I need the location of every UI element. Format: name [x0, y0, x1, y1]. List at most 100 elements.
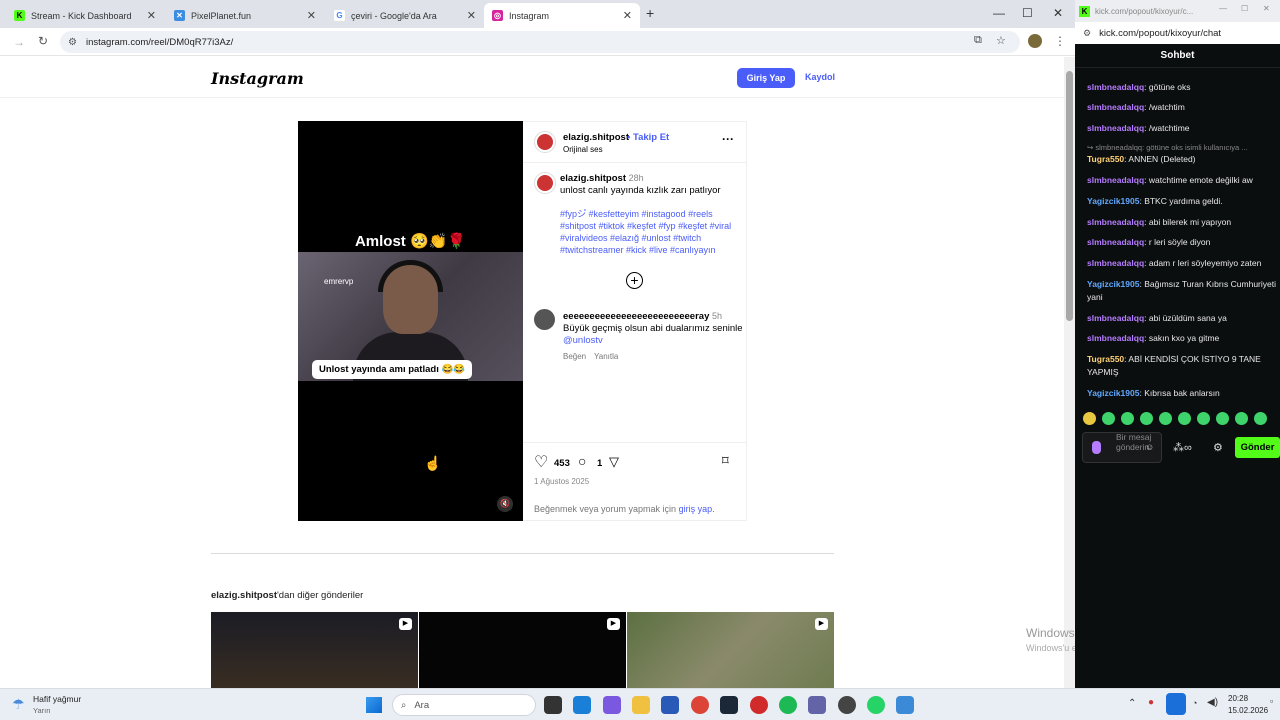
chat-username[interactable]: slmbneadalqq [1087, 82, 1144, 92]
chat-username[interactable]: slmbneadalqq [1087, 258, 1144, 268]
outlook-icon[interactable] [573, 696, 591, 714]
chat-username[interactable]: slmbneadalqq [1087, 123, 1144, 133]
notification-icon[interactable]: ▫ [1270, 696, 1273, 706]
page-scrollbar[interactable] [1064, 57, 1075, 688]
microphone-icon[interactable] [1092, 441, 1101, 454]
task-view-icon[interactable] [544, 696, 562, 714]
settings-gear-icon[interactable]: ⚙ [1213, 441, 1223, 454]
reel-video[interactable]: Amlost 🥺👏🌹 emrervp Unlost yayında amı pa… [298, 121, 523, 521]
hashtags[interactable]: #fypシ゚ #kesfetteyim #instagood #reels #s… [560, 208, 740, 256]
emote-icon[interactable] [1140, 412, 1153, 425]
chat-username[interactable]: Tugra550 [1087, 354, 1124, 364]
emote-icon[interactable] [1216, 412, 1229, 425]
follow-button[interactable]: • Takip Et [627, 132, 669, 143]
comment-mention[interactable]: @unlostv [563, 335, 603, 346]
close-window-icon[interactable]: ✕ [1053, 6, 1063, 20]
copilot-icon[interactable] [603, 696, 621, 714]
teams-icon[interactable] [808, 696, 826, 714]
close-icon[interactable]: ✕ [467, 9, 476, 22]
comment-like-button[interactable]: Beğen [563, 352, 586, 361]
tab-instagram[interactable]: ◎ Instagram ✕ [484, 3, 640, 28]
maximize-icon[interactable]: ☐ [1022, 6, 1033, 20]
wifi-icon[interactable]: ◔ [1192, 698, 1197, 708]
share-icon[interactable]: ▽ [609, 454, 619, 470]
chat-username[interactable]: slmbneadalqq [1087, 333, 1144, 343]
profile-avatar[interactable] [1028, 34, 1042, 48]
instagram-logo[interactable]: Instagram [211, 69, 304, 88]
volume-icon[interactable]: ◀) [1207, 697, 1218, 708]
emote-icon[interactable] [1121, 412, 1134, 425]
close-icon[interactable]: ✕ [1263, 4, 1270, 13]
address-bar[interactable]: ⚙ instagram.com/reel/DM0qR77i3Az/ ⧉ ☆ [60, 31, 1020, 53]
heart-icon[interactable]: ♡ [534, 452, 548, 472]
login-prompt-link[interactable]: giriş yap. [679, 504, 715, 514]
emoji-icon[interactable]: ☺ [1145, 442, 1154, 452]
chat-message-input[interactable]: Bir mesaj gönderin ☺ [1082, 432, 1162, 463]
avatar[interactable] [535, 173, 555, 193]
more-options-icon[interactable]: ··· [722, 132, 734, 146]
reload-icon[interactable]: ↻ [38, 34, 48, 48]
comment-icon[interactable]: ○ [578, 453, 586, 469]
store-icon[interactable] [661, 696, 679, 714]
tab-kick-dashboard[interactable]: K Stream - Kick Dashboard ✕ [6, 3, 164, 28]
emote-icon[interactable] [1178, 412, 1191, 425]
audio-label[interactable]: Orijinal ses [563, 145, 603, 154]
caption-username[interactable]: elazig.shitpost [560, 173, 626, 184]
weather-text[interactable]: Hafif yağmur [33, 694, 81, 704]
chat-username[interactable]: Yagizcik1905 [1087, 388, 1139, 398]
signup-link[interactable]: Kaydol [805, 72, 835, 82]
file-explorer-icon[interactable] [632, 696, 650, 714]
app-icon[interactable] [838, 696, 856, 714]
close-icon[interactable]: ✕ [147, 9, 156, 22]
new-tab-button[interactable]: + [646, 5, 654, 21]
mute-icon[interactable]: 🔇 [497, 496, 513, 512]
more-posts-username[interactable]: elazig.shitpost [211, 590, 277, 601]
post-thumbnail[interactable]: ▶ [211, 612, 418, 688]
steam-icon[interactable] [720, 696, 738, 714]
emote-icon[interactable] [1083, 412, 1096, 425]
install-app-icon[interactable]: ⧉ [974, 34, 982, 47]
avatar[interactable] [534, 309, 555, 330]
maximize-icon[interactable]: ☐ [1241, 4, 1248, 13]
tray-app-icon[interactable]: ● [1148, 697, 1154, 708]
tab-pixelplanet[interactable]: ✕ PixelPlanet.fun ✕ [166, 3, 324, 28]
comment-reply-button[interactable]: Yanıtla [594, 352, 618, 361]
weather-icon[interactable]: ☂ [12, 696, 25, 713]
chat-username[interactable]: Yagizcik1905 [1087, 279, 1139, 289]
tray-chevron-icon[interactable]: ⌃ [1128, 698, 1136, 709]
chat-username[interactable]: slmbneadalqq [1087, 313, 1144, 323]
send-button[interactable]: Gönder [1235, 437, 1280, 458]
load-more-comments-icon[interactable]: + [626, 272, 643, 289]
site-info-icon[interactable]: ⚙ [1083, 28, 1091, 39]
chat-username[interactable]: slmbneadalqq [1087, 175, 1144, 185]
microphone-icon[interactable] [1166, 693, 1186, 715]
whatsapp-icon[interactable] [867, 696, 885, 714]
chat-username[interactable]: slmbneadalqq [1087, 217, 1144, 227]
menu-dots-icon[interactable]: ⋮ [1054, 34, 1066, 48]
clock-time[interactable]: 20:28 [1228, 694, 1248, 703]
opera-icon[interactable] [750, 696, 768, 714]
minimize-icon[interactable]: — [993, 6, 1005, 20]
chat-address-bar[interactable]: ⚙ kick.com/popout/kixoyur/chat [1075, 22, 1280, 44]
emote-icon[interactable] [1235, 412, 1248, 425]
minimize-icon[interactable]: — [1219, 4, 1227, 13]
chrome-icon[interactable] [691, 696, 709, 714]
close-icon[interactable]: ✕ [307, 9, 316, 22]
users-icon[interactable]: ⁂∞ [1173, 441, 1192, 454]
emote-icon[interactable] [1197, 412, 1210, 425]
windows-start-icon[interactable] [366, 697, 382, 713]
spotify-icon[interactable] [779, 696, 797, 714]
post-thumbnail[interactable]: ▶ [419, 612, 626, 688]
chat-username[interactable]: slmbneadalqq [1087, 237, 1144, 247]
photos-icon[interactable] [896, 696, 914, 714]
clock-date[interactable]: 15.02.2026 [1228, 706, 1268, 715]
emote-icon[interactable] [1102, 412, 1115, 425]
login-button[interactable]: Giriş Yap [737, 68, 795, 88]
post-thumbnail[interactable]: ▶ [627, 612, 834, 688]
scrollbar-thumb[interactable] [1066, 71, 1073, 321]
bookmark-star-icon[interactable]: ☆ [996, 34, 1006, 47]
comment-username[interactable]: eeeeeeeeeeeeeeeeeeeeeeeeeray [563, 311, 709, 322]
save-icon[interactable]: ⌑ [722, 453, 729, 469]
emote-icon[interactable] [1254, 412, 1267, 425]
tab-google-search[interactable]: G çeviri - Google'da Ara ✕ [326, 3, 484, 28]
